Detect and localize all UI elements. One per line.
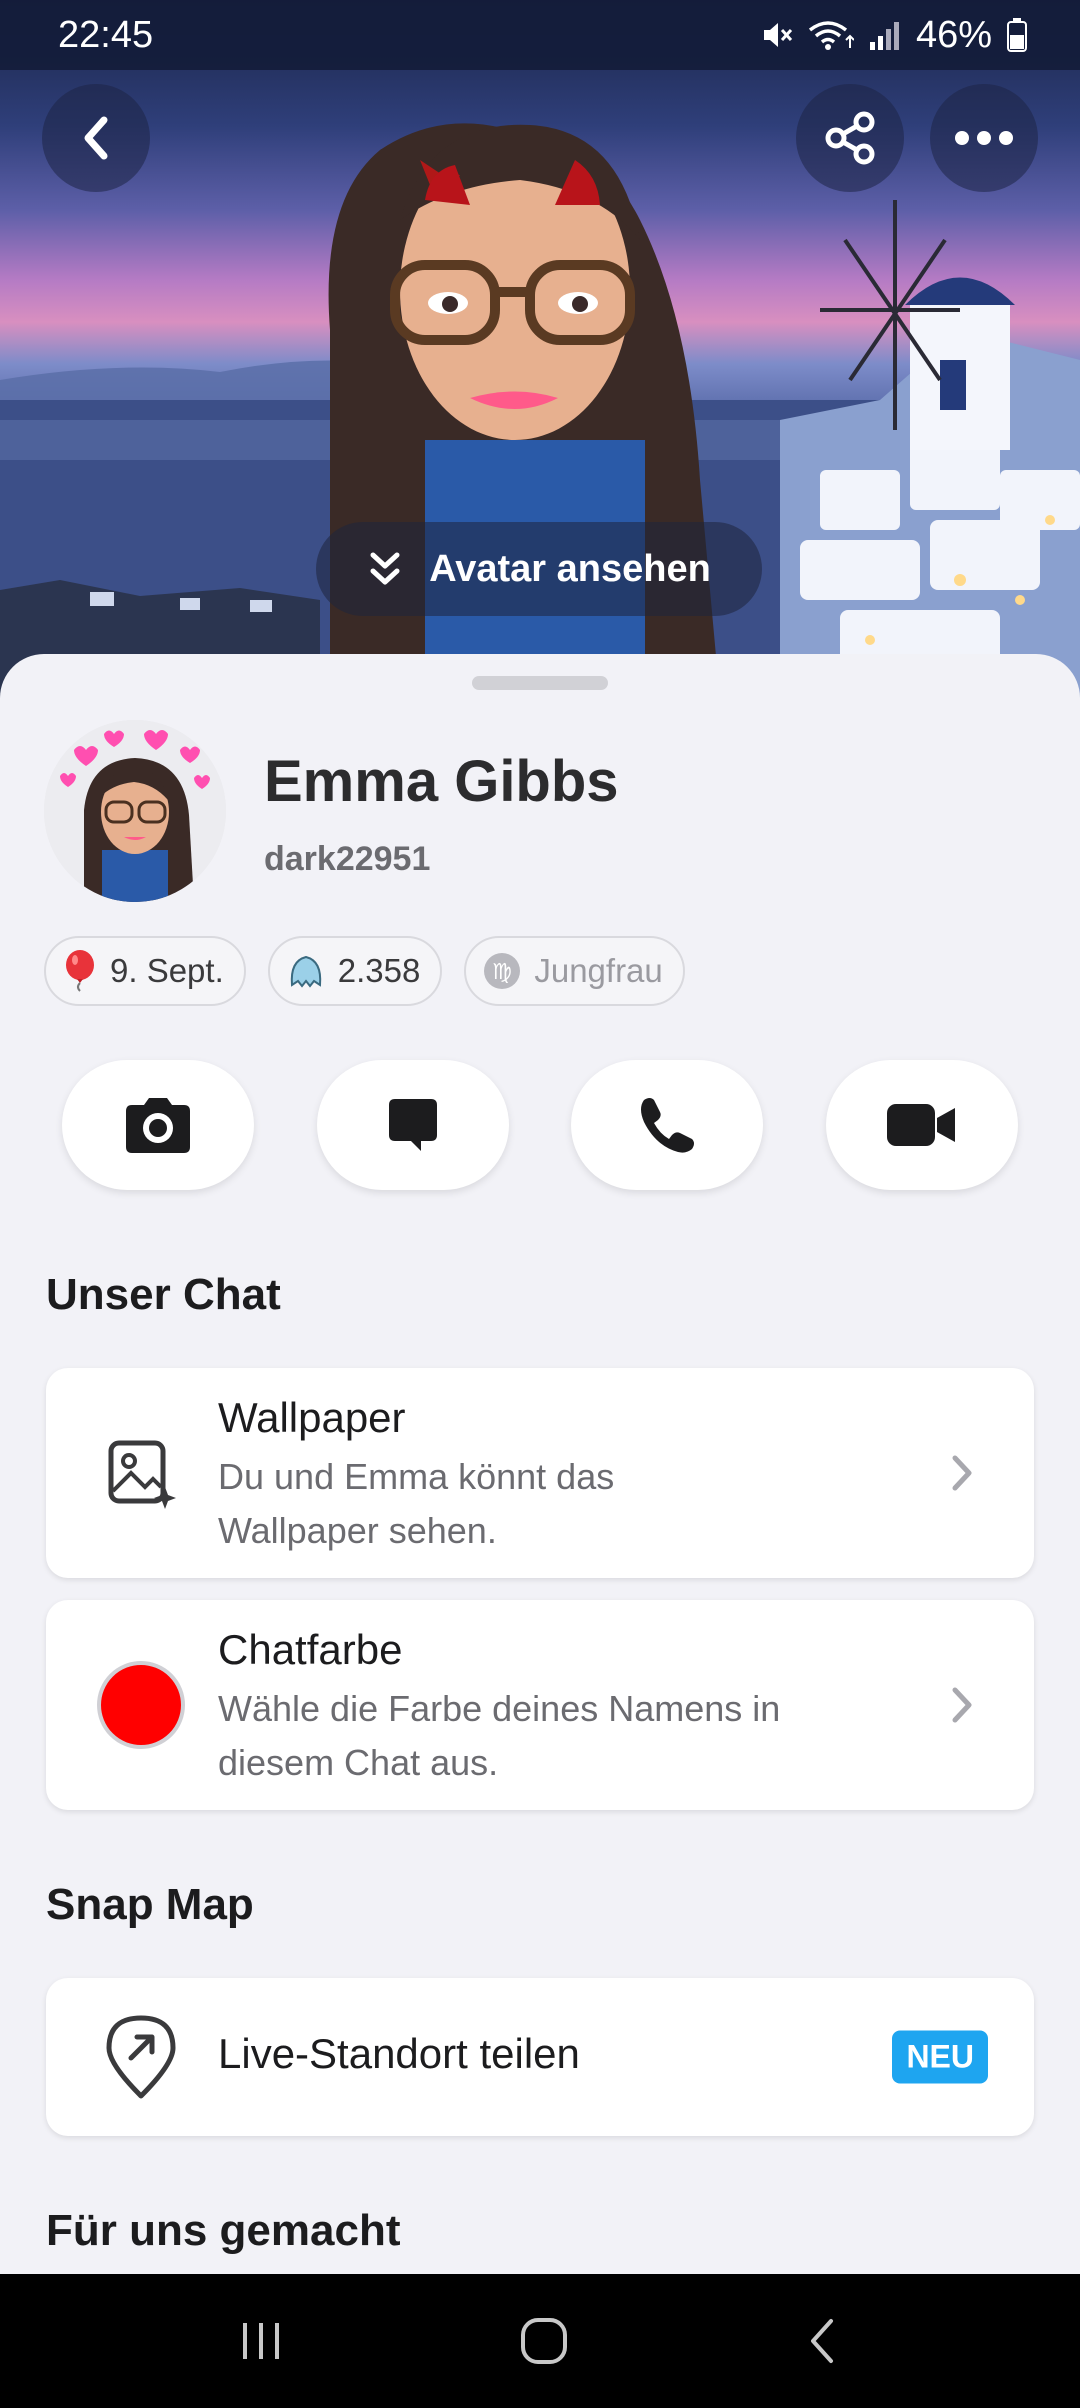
chat-color-row[interactable]: Chatfarbe Wähle die Farbe deines Namens … <box>46 1600 1034 1810</box>
video-icon <box>886 1104 955 1146</box>
birthday-label: 9. Sept. <box>110 952 224 989</box>
profile-name: Emma Gibbs <box>264 749 619 814</box>
wallpaper-desc-line1: Du und Emma könnt das <box>218 1456 615 1497</box>
balloon-icon <box>66 950 94 992</box>
ghost-score-icon <box>290 955 321 988</box>
home-icon[interactable] <box>518 2315 570 2367</box>
zodiac-label: Jungfrau <box>534 952 663 989</box>
sheet-grabber[interactable] <box>472 676 608 690</box>
chat-button[interactable] <box>316 1060 509 1190</box>
new-badge: NEU <box>892 2030 988 2084</box>
double-chevron-down-icon <box>370 552 400 585</box>
recent-apps-icon[interactable] <box>237 2317 285 2365</box>
system-back-icon[interactable] <box>803 2315 843 2367</box>
chevron-right-icon <box>952 1455 972 1491</box>
wallpaper-desc-line2: Wallpaper sehen. <box>218 1510 497 1551</box>
profile-sheet: Emma Gibbs dark22951 9. Sept. 2.358 ♍ Ju… <box>0 654 1080 2274</box>
phone-icon <box>641 1098 695 1153</box>
status-time: 22:45 <box>58 13 154 56</box>
section-title-made-for-us: Für uns gemacht <box>46 2206 401 2255</box>
signal-icon <box>869 22 899 50</box>
wifi-icon <box>808 21 854 50</box>
virgo-icon: ♍ <box>484 953 521 989</box>
share-button[interactable] <box>796 84 904 192</box>
snapscore-label: 2.358 <box>337 952 421 989</box>
system-navigation-bar <box>0 2274 1080 2408</box>
view-avatar-button[interactable]: Avatar ansehen <box>316 522 762 616</box>
wallpaper-title: Wallpaper <box>218 1394 406 1441</box>
wallpaper-icon-wrap <box>96 1428 186 1518</box>
profile-header-background: 22:45 46% Avatar ansehen <box>0 0 1080 700</box>
wallpaper-icon <box>108 1440 176 1509</box>
back-button[interactable] <box>42 84 150 192</box>
chat-color-desc-line2: diesem Chat aus. <box>218 1742 499 1783</box>
battery-percent: 46% <box>915 13 992 56</box>
status-bar: 22:45 46% <box>0 0 1080 70</box>
section-title-our-chat: Unser Chat <box>46 1270 281 1319</box>
chat-color-desc-line1: Wähle die Farbe deines Namens in <box>218 1688 781 1729</box>
camera-icon <box>126 1098 190 1153</box>
back-chevron-icon <box>84 116 108 160</box>
battery-icon <box>1007 18 1027 52</box>
share-icon <box>825 111 875 165</box>
chat-color-title: Chatfarbe <box>218 1626 403 1673</box>
live-location-row[interactable]: Live-Standort teilen NEU <box>46 1978 1034 2136</box>
svg-text:♍: ♍ <box>492 960 512 985</box>
more-dots-icon <box>955 131 1013 145</box>
chat-color-icon-wrap <box>96 1660 186 1750</box>
wallpaper-row[interactable]: Wallpaper Du und Emma könnt das Wallpape… <box>46 1368 1034 1578</box>
snapscore-chip[interactable]: 2.358 <box>267 936 443 1006</box>
chat-icon <box>388 1099 437 1151</box>
video-call-button[interactable] <box>825 1060 1018 1190</box>
profile-chips: 9. Sept. 2.358 ♍ Jungfrau <box>44 936 685 1006</box>
chevron-right-icon <box>952 1687 972 1723</box>
more-options-button[interactable] <box>930 84 1038 192</box>
location-share-icon <box>106 2015 176 2099</box>
zodiac-chip[interactable]: ♍ Jungfrau <box>464 936 685 1006</box>
section-title-snap-map: Snap Map <box>46 1880 254 1929</box>
live-location-icon-wrap <box>96 2012 186 2102</box>
camera-button[interactable] <box>62 1060 254 1190</box>
action-row <box>62 1060 1018 1190</box>
birthday-chip[interactable]: 9. Sept. <box>44 936 246 1006</box>
call-button[interactable] <box>571 1060 764 1190</box>
profile-avatar[interactable] <box>44 720 226 902</box>
profile-username: dark22951 <box>264 840 431 878</box>
view-avatar-label: Avatar ansehen <box>429 547 711 590</box>
live-location-title: Live-Standort teilen <box>218 2030 580 2077</box>
bitmoji-thumbnail <box>44 720 226 902</box>
chat-color-swatch <box>97 1661 185 1749</box>
mute-icon <box>763 23 793 47</box>
